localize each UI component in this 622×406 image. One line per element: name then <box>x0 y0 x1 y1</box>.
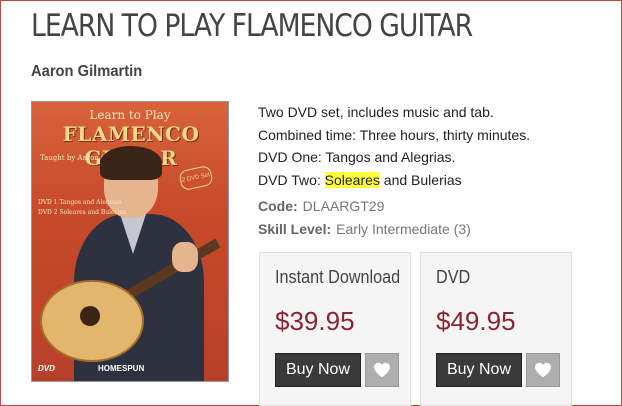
cover-list-line: DVD 1 Tangos and Alegrias <box>38 199 122 206</box>
skill-label: Skill Level: <box>258 221 332 237</box>
highlighted-text: Soleares <box>324 171 380 188</box>
cover-top-text: Learn to Play <box>89 108 171 122</box>
skill-level: Skill Level: Early Intermediate (3) <box>258 221 471 237</box>
option-title: Instant Download <box>275 267 401 287</box>
description-suffix: and Bulerias <box>379 171 462 188</box>
heart-icon <box>535 362 551 378</box>
skill-value: Early Intermediate (3) <box>336 221 471 237</box>
wishlist-button[interactable] <box>526 353 560 387</box>
product-description: Two DVD set, includes music and tab. Com… <box>258 101 530 191</box>
code-value: DLAARGT29 <box>302 198 385 214</box>
cover-guitar-hole <box>80 306 100 326</box>
product-code: Code: DLAARGT29 <box>258 198 384 214</box>
buy-now-button[interactable]: Buy Now <box>275 353 361 387</box>
wishlist-button[interactable] <box>365 353 399 387</box>
buy-now-button[interactable]: Buy Now <box>436 353 522 387</box>
option-title: DVD <box>436 267 471 287</box>
cover-hand <box>172 242 198 272</box>
cover-dvd-logo: DVD <box>38 364 55 373</box>
code-label: Code: <box>258 198 298 214</box>
description-line: DVD Two: Soleares and Bulerias <box>258 169 530 192</box>
description-line: DVD One: Tangos and Alegrias. <box>258 149 456 165</box>
page-title: LEARN TO PLAY FLAMENCO GUITAR <box>31 8 473 44</box>
purchase-option-download: Instant Download $39.95 Buy Now <box>259 252 411 406</box>
cover-dvd-list: DVD 1 Tangos and Alegrias DVD 2 Soleares… <box>38 198 126 218</box>
product-cover-image[interactable]: Learn to Play FLAMENCO GUITAR Taught by … <box>31 101 229 382</box>
heart-icon <box>374 362 390 378</box>
description-prefix: DVD Two: <box>258 171 325 188</box>
author-name[interactable]: Aaron Gilmartin <box>31 63 142 81</box>
option-price: $39.95 <box>275 306 355 336</box>
cover-brand-logo: HOMESPUN <box>98 364 145 373</box>
cover-person-hair <box>100 146 162 180</box>
description-line: Two DVD set, includes music and tab. <box>258 104 494 120</box>
description-line: Combined time: Three hours, thirty minut… <box>258 126 531 143</box>
purchase-option-dvd: DVD $49.95 Buy Now <box>420 252 572 406</box>
option-price: $49.95 <box>436 306 516 336</box>
cover-list-line: DVD 2 Soleares and Bulerias <box>38 209 127 216</box>
